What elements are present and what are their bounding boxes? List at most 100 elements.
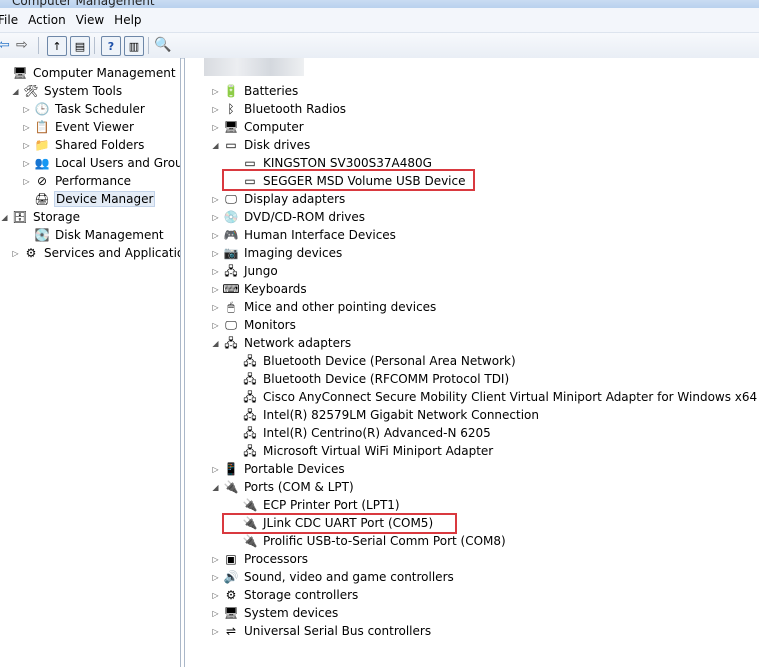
scan-hardware-icon[interactable]: 🔍 bbox=[154, 36, 171, 54]
expand-toggle-icon[interactable]: ▷ bbox=[211, 231, 220, 240]
nav-item-system-tools[interactable]: ◢ 🛠 System Tools bbox=[11, 82, 123, 100]
device-item-cisco-anyconnect-secure-mobility-client-virtual-miniport-adapter-for-windows-x64[interactable]: 🖧 Cisco AnyConnect Secure Mobility Client… bbox=[230, 388, 758, 406]
nav-item-services-and-applications[interactable]: ▷ ⚙ Services and Applications bbox=[11, 244, 180, 262]
expand-toggle-icon[interactable]: ▷ bbox=[211, 627, 220, 636]
expand-toggle-icon[interactable]: ▷ bbox=[211, 321, 220, 330]
device-item-disk-drives[interactable]: ◢ ▭ Disk drives bbox=[211, 136, 311, 154]
device-item-portable-devices[interactable]: ▷ 📱 Portable Devices bbox=[211, 460, 346, 478]
expand-toggle-icon[interactable]: ▷ bbox=[22, 159, 31, 168]
expand-toggle-icon[interactable]: ▷ bbox=[211, 609, 220, 618]
up-folder-icon[interactable]: ↑ bbox=[47, 36, 67, 56]
collapse-toggle-icon[interactable]: ◢ bbox=[0, 213, 9, 222]
tree-item-label: Bluetooth Device (RFCOMM Protocol TDI) bbox=[263, 372, 510, 386]
expand-toggle-icon[interactable]: ▷ bbox=[22, 177, 31, 186]
highlight-jlink-cdc-uart bbox=[222, 513, 457, 534]
forward-arrow-icon[interactable]: ⇨ bbox=[16, 36, 28, 54]
users-icon: 👥 bbox=[34, 156, 50, 170]
nav-item-device-manager[interactable]: 🖨 Device Manager bbox=[22, 190, 156, 208]
menu-file[interactable]: File bbox=[0, 13, 28, 27]
tree-item-label: Services and Applications bbox=[44, 246, 180, 260]
nav-item-computer-management-local[interactable]: 🖥 Computer Management (Local bbox=[0, 64, 180, 82]
network-icon: 🖧 bbox=[243, 390, 257, 404]
collapse-toggle-icon[interactable]: ◢ bbox=[211, 339, 220, 348]
system-device-icon: 🖥 bbox=[223, 606, 239, 620]
expand-toggle-icon[interactable]: ▷ bbox=[211, 591, 220, 600]
device-item-ecp-printer-port-lpt1[interactable]: 🔌 ECP Printer Port (LPT1) bbox=[230, 496, 401, 514]
expand-toggle-icon[interactable]: ▷ bbox=[211, 195, 220, 204]
device-item-monitors[interactable]: ▷ 🖵 Monitors bbox=[211, 316, 297, 334]
device-item-network-adapters[interactable]: ◢ 🖧 Network adapters bbox=[211, 334, 352, 352]
nav-item-shared-folders[interactable]: ▷ 📁 Shared Folders bbox=[22, 136, 145, 154]
expand-toggle-icon[interactable]: ▷ bbox=[22, 141, 31, 150]
device-item-mice-and-other-pointing-devices[interactable]: ▷ 🖱 Mice and other pointing devices bbox=[211, 298, 437, 316]
tree-item-label: Mice and other pointing devices bbox=[244, 300, 437, 314]
nav-item-performance[interactable]: ▷ ⊘ Performance bbox=[22, 172, 132, 190]
expand-toggle-icon[interactable]: ▷ bbox=[211, 105, 220, 114]
device-item-human-interface-devices[interactable]: ▷ 🎮 Human Interface Devices bbox=[211, 226, 397, 244]
device-item-batteries[interactable]: ▷ 🔋 Batteries bbox=[211, 82, 299, 100]
menu-action[interactable]: Action bbox=[28, 13, 76, 27]
window-title: Computer Management bbox=[12, 0, 155, 8]
device-item-intel-r-82579lm-gigabit-network-connection[interactable]: 🖧 Intel(R) 82579LM Gigabit Network Connec… bbox=[230, 406, 540, 424]
back-arrow-icon[interactable]: ⇦ bbox=[0, 36, 10, 54]
tree-item-label: Network adapters bbox=[244, 336, 352, 350]
expand-toggle-icon[interactable]: ▷ bbox=[22, 105, 31, 114]
device-item-bluetooth-device-personal-area-network[interactable]: 🖧 Bluetooth Device (Personal Area Network… bbox=[230, 352, 517, 370]
expand-toggle-icon[interactable]: ▷ bbox=[211, 555, 220, 564]
menu-help[interactable]: Help bbox=[114, 13, 151, 27]
expand-toggle-icon[interactable]: ▷ bbox=[11, 249, 20, 258]
expand-toggle-icon[interactable]: ▷ bbox=[211, 123, 220, 132]
network-icon: 🖧 bbox=[243, 354, 257, 368]
collapse-toggle-icon[interactable]: ◢ bbox=[11, 87, 20, 96]
tree-item-label: Microsoft Virtual WiFi Miniport Adapter bbox=[263, 444, 494, 458]
tree-item-label: Batteries bbox=[244, 84, 299, 98]
collapse-toggle-icon[interactable]: ◢ bbox=[211, 483, 220, 492]
device-item-intel-r-centrino-r-advanced-n-6205[interactable]: 🖧 Intel(R) Centrino(R) Advanced-N 6205 bbox=[230, 424, 492, 442]
dvd-icon: 💿 bbox=[223, 210, 239, 224]
nav-item-local-users-and-groups[interactable]: ▷👥 Local Users and Groups bbox=[22, 154, 180, 172]
expand-toggle-icon[interactable]: ▷ bbox=[211, 465, 220, 474]
device-item-universal-serial-bus-controllers[interactable]: ▷ ⇌ Universal Serial Bus controllers bbox=[211, 622, 432, 640]
help-icon[interactable]: ? bbox=[101, 36, 121, 56]
collapse-toggle-icon[interactable]: ◢ bbox=[211, 141, 220, 150]
device-item-keyboards[interactable]: ▷ ⌨ Keyboards bbox=[211, 280, 308, 298]
expand-toggle-icon[interactable]: ▷ bbox=[22, 123, 31, 132]
expand-toggle-icon[interactable]: ▷ bbox=[211, 249, 220, 258]
tree-item-label: Computer Management (Local bbox=[33, 66, 180, 80]
expand-toggle-icon[interactable]: ▷ bbox=[211, 285, 220, 294]
usb-icon: ⇌ bbox=[225, 624, 237, 638]
device-item-ports-com-lpt[interactable]: ◢ 🔌 Ports (COM & LPT) bbox=[211, 478, 355, 496]
window-title-bar[interactable]: Computer Management bbox=[0, 0, 759, 8]
tree-item-label: Ports (COM & LPT) bbox=[244, 480, 354, 494]
nav-item-event-viewer[interactable]: ▷ 📋 Event Viewer bbox=[22, 118, 135, 136]
device-item-sound-video-and-game-controllers[interactable]: ▷ 🔊 Sound, video and game controllers bbox=[211, 568, 455, 586]
tree-item-label: Storage bbox=[33, 210, 80, 224]
expand-toggle-icon[interactable]: ▷ bbox=[211, 267, 220, 276]
action-pane-icon[interactable]: ▥ bbox=[124, 36, 144, 56]
menu-view[interactable]: View bbox=[76, 13, 114, 27]
show-hide-tree-icon[interactable]: ▤ bbox=[70, 36, 90, 56]
device-item-processors[interactable]: ▷ ▣ Processors bbox=[211, 550, 309, 568]
port-icon: 🔌 bbox=[242, 498, 258, 512]
expand-toggle-icon[interactable]: ▷ bbox=[211, 87, 220, 96]
tree-item-label: Portable Devices bbox=[244, 462, 345, 476]
nav-item-disk-management[interactable]: 💽 Disk Management bbox=[22, 226, 165, 244]
nav-item-storage[interactable]: ◢ 🗄 Storage bbox=[0, 208, 81, 226]
device-item-computer[interactable]: ▷ 🖥 Computer bbox=[211, 118, 305, 136]
device-item-storage-controllers[interactable]: ▷ ⚙ Storage controllers bbox=[211, 586, 359, 604]
device-item-bluetooth-radios[interactable]: ▷ ᛒ Bluetooth Radios bbox=[211, 100, 347, 118]
device-item-microsoft-virtual-wifi-miniport-adapter[interactable]: 🖧 Microsoft Virtual WiFi Miniport Adapter bbox=[230, 442, 494, 460]
tree-item-label: Human Interface Devices bbox=[244, 228, 396, 242]
device-item-system-devices[interactable]: ▷ 🖥 System devices bbox=[211, 604, 339, 622]
expand-toggle-icon[interactable]: ▷ bbox=[211, 573, 220, 582]
device-item-jungo[interactable]: ▷ 🖧 Jungo bbox=[211, 262, 279, 280]
device-item-imaging-devices[interactable]: ▷ 📷 Imaging devices bbox=[211, 244, 343, 262]
expand-toggle-icon[interactable]: ▷ bbox=[211, 213, 220, 222]
device-item-dvd-cd-rom-drives[interactable]: ▷ 💿 DVD/CD-ROM drives bbox=[211, 208, 366, 226]
device-item-prolific-usb-to-serial-comm-port-com8[interactable]: 🔌 Prolific USB-to-Serial Comm Port (COM8) bbox=[230, 532, 507, 550]
device-item-bluetooth-device-rfcomm-protocol-tdi[interactable]: 🖧 Bluetooth Device (RFCOMM Protocol TDI) bbox=[230, 370, 510, 388]
expand-toggle-icon[interactable]: ▷ bbox=[211, 303, 220, 312]
tree-item-label: Task Scheduler bbox=[55, 102, 145, 116]
nav-item-task-scheduler[interactable]: ▷ 🕒 Task Scheduler bbox=[22, 100, 146, 118]
device-item-display-adapters[interactable]: ▷ 🖵 Display adapters bbox=[211, 190, 346, 208]
